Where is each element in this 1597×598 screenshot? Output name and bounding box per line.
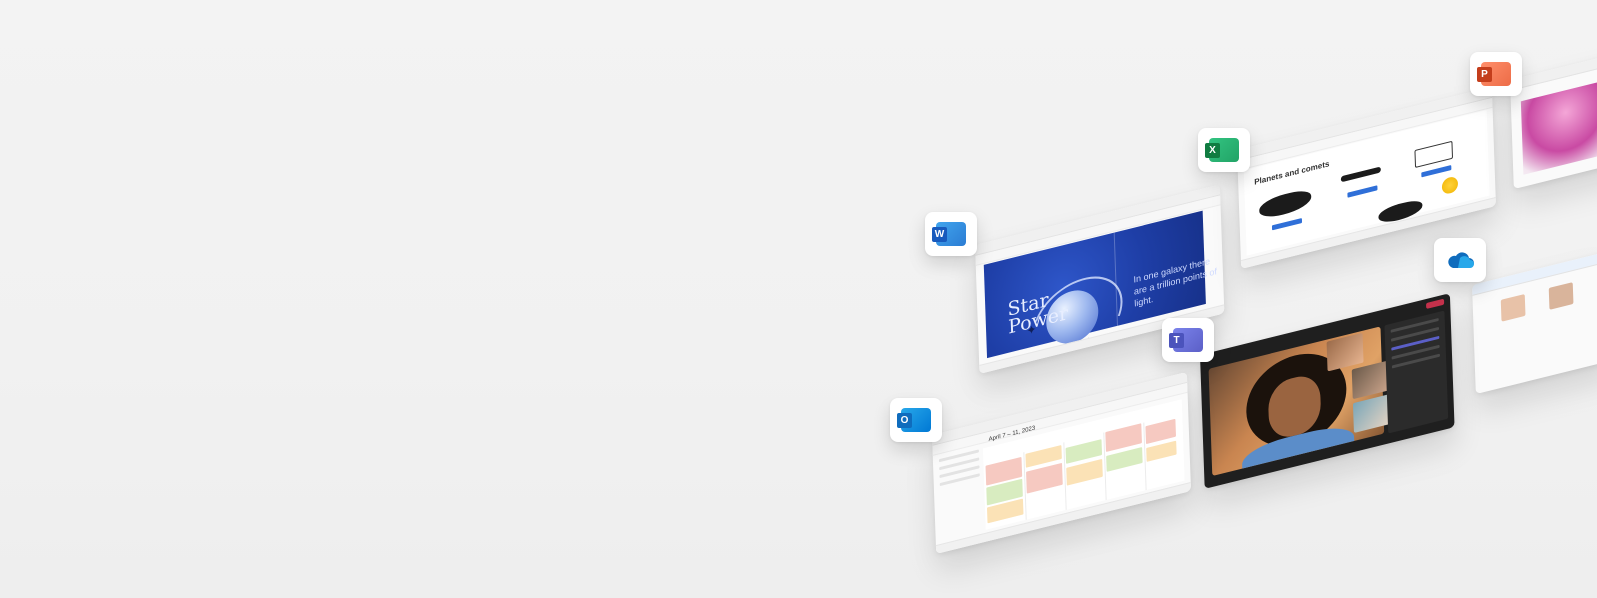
word-letter: W [932,227,947,242]
slide-artwork [1520,74,1597,175]
sheet-button[interactable] [1421,165,1452,178]
outlook-letter: O [897,413,912,428]
hero-banner: ✦ ✦ In one galaxy there are a trillion p… [0,0,1597,598]
photo-thumbnail[interactable] [1500,293,1526,322]
photo-thumbnail[interactable] [1548,282,1574,310]
calendar-event[interactable] [1145,418,1177,445]
sun-image [1441,175,1459,196]
word-app-badge[interactable]: W [925,212,977,256]
powerpoint-window [1510,50,1597,190]
onedrive-window [1472,250,1597,395]
title-bar [1472,250,1597,296]
slide-caption: In one galaxy there are a trillion point… [1133,255,1218,309]
meeting-side-panel [1384,310,1449,434]
calendar-event[interactable] [1146,440,1177,462]
onedrive-app-badge[interactable] [1434,238,1486,282]
comet-image [1340,166,1381,183]
teams-app-badge[interactable]: T [1162,318,1214,362]
calendar-sidebar [938,449,982,540]
calendar-event[interactable] [1026,462,1063,494]
outlook-icon: O [897,408,931,432]
outlook-window: April 7 – 11, 2023 [932,371,1192,555]
calendar-event[interactable] [1106,447,1143,472]
powerpoint-app-badge[interactable]: P [1470,52,1522,96]
sheet-button[interactable] [1347,185,1378,198]
comet-image [1258,187,1312,221]
teams-icon: T [1169,328,1203,352]
leave-call-button[interactable] [1426,298,1445,310]
planet-frame [1414,140,1454,168]
excel-icon: X [1205,138,1239,162]
excel-letter: X [1205,143,1220,158]
sheet-button[interactable] [1271,217,1303,231]
teams-letter: T [1169,333,1184,348]
powerpoint-icon: P [1477,62,1511,86]
outlook-app-badge[interactable]: O [890,398,942,442]
onedrive-cloud-icon [1448,252,1474,268]
word-icon: W [932,222,966,246]
calendar-event[interactable] [1066,458,1103,486]
powerpoint-letter: P [1477,67,1492,82]
teams-window [1200,293,1455,489]
excel-app-badge[interactable]: X [1198,128,1250,172]
